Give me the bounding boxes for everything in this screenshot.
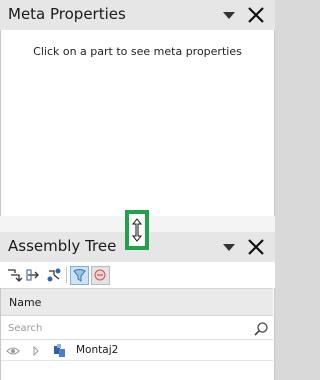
name-column-label: Name (9, 296, 42, 309)
search-input[interactable] (1, 318, 248, 338)
filter-button[interactable] (70, 266, 89, 285)
filter-icon (73, 269, 86, 282)
sync-tree-icon (47, 268, 61, 282)
meta-properties-header: Meta Properties (0, 0, 275, 30)
close-assembly-tree-button[interactable] (246, 237, 266, 257)
sync-tree-button[interactable] (45, 266, 63, 284)
tree-view-mode-button[interactable] (91, 266, 110, 285)
resize-vertical-icon (131, 218, 143, 242)
tree-row-name: Montaj2 (76, 344, 119, 356)
expand-tree-button[interactable] (5, 266, 23, 284)
panel-splitter-handle[interactable] (125, 210, 149, 250)
assembly-tree-toolbar (0, 262, 275, 288)
toolbar-separator (66, 267, 67, 283)
panel-menu-icon[interactable] (223, 244, 235, 251)
chevron-right-icon[interactable] (32, 346, 40, 356)
tree-row[interactable]: Montaj2 (1, 341, 273, 361)
splitter-handle-inner (129, 214, 145, 246)
collapse-tree-icon (26, 269, 39, 281)
assembly-icon (54, 344, 65, 357)
assembly-tree-title: Assembly Tree (8, 237, 117, 255)
eye-icon[interactable] (6, 345, 20, 357)
expand-tree-icon (8, 269, 23, 282)
search-row (1, 318, 273, 340)
search-icon[interactable] (253, 321, 269, 337)
tree-view-mode-icon (94, 269, 106, 281)
meta-properties-title: Meta Properties (8, 5, 126, 23)
panel-menu-icon[interactable] (223, 12, 235, 19)
collapse-tree-button[interactable] (25, 266, 43, 284)
close-icon (248, 7, 264, 23)
close-meta-properties-button[interactable] (246, 5, 266, 25)
meta-properties-content: Click on a part to see meta properties (0, 30, 275, 216)
meta-properties-hint: Click on a part to see meta properties (33, 45, 242, 58)
name-column-header[interactable]: Name (1, 288, 273, 316)
close-icon (248, 239, 264, 255)
